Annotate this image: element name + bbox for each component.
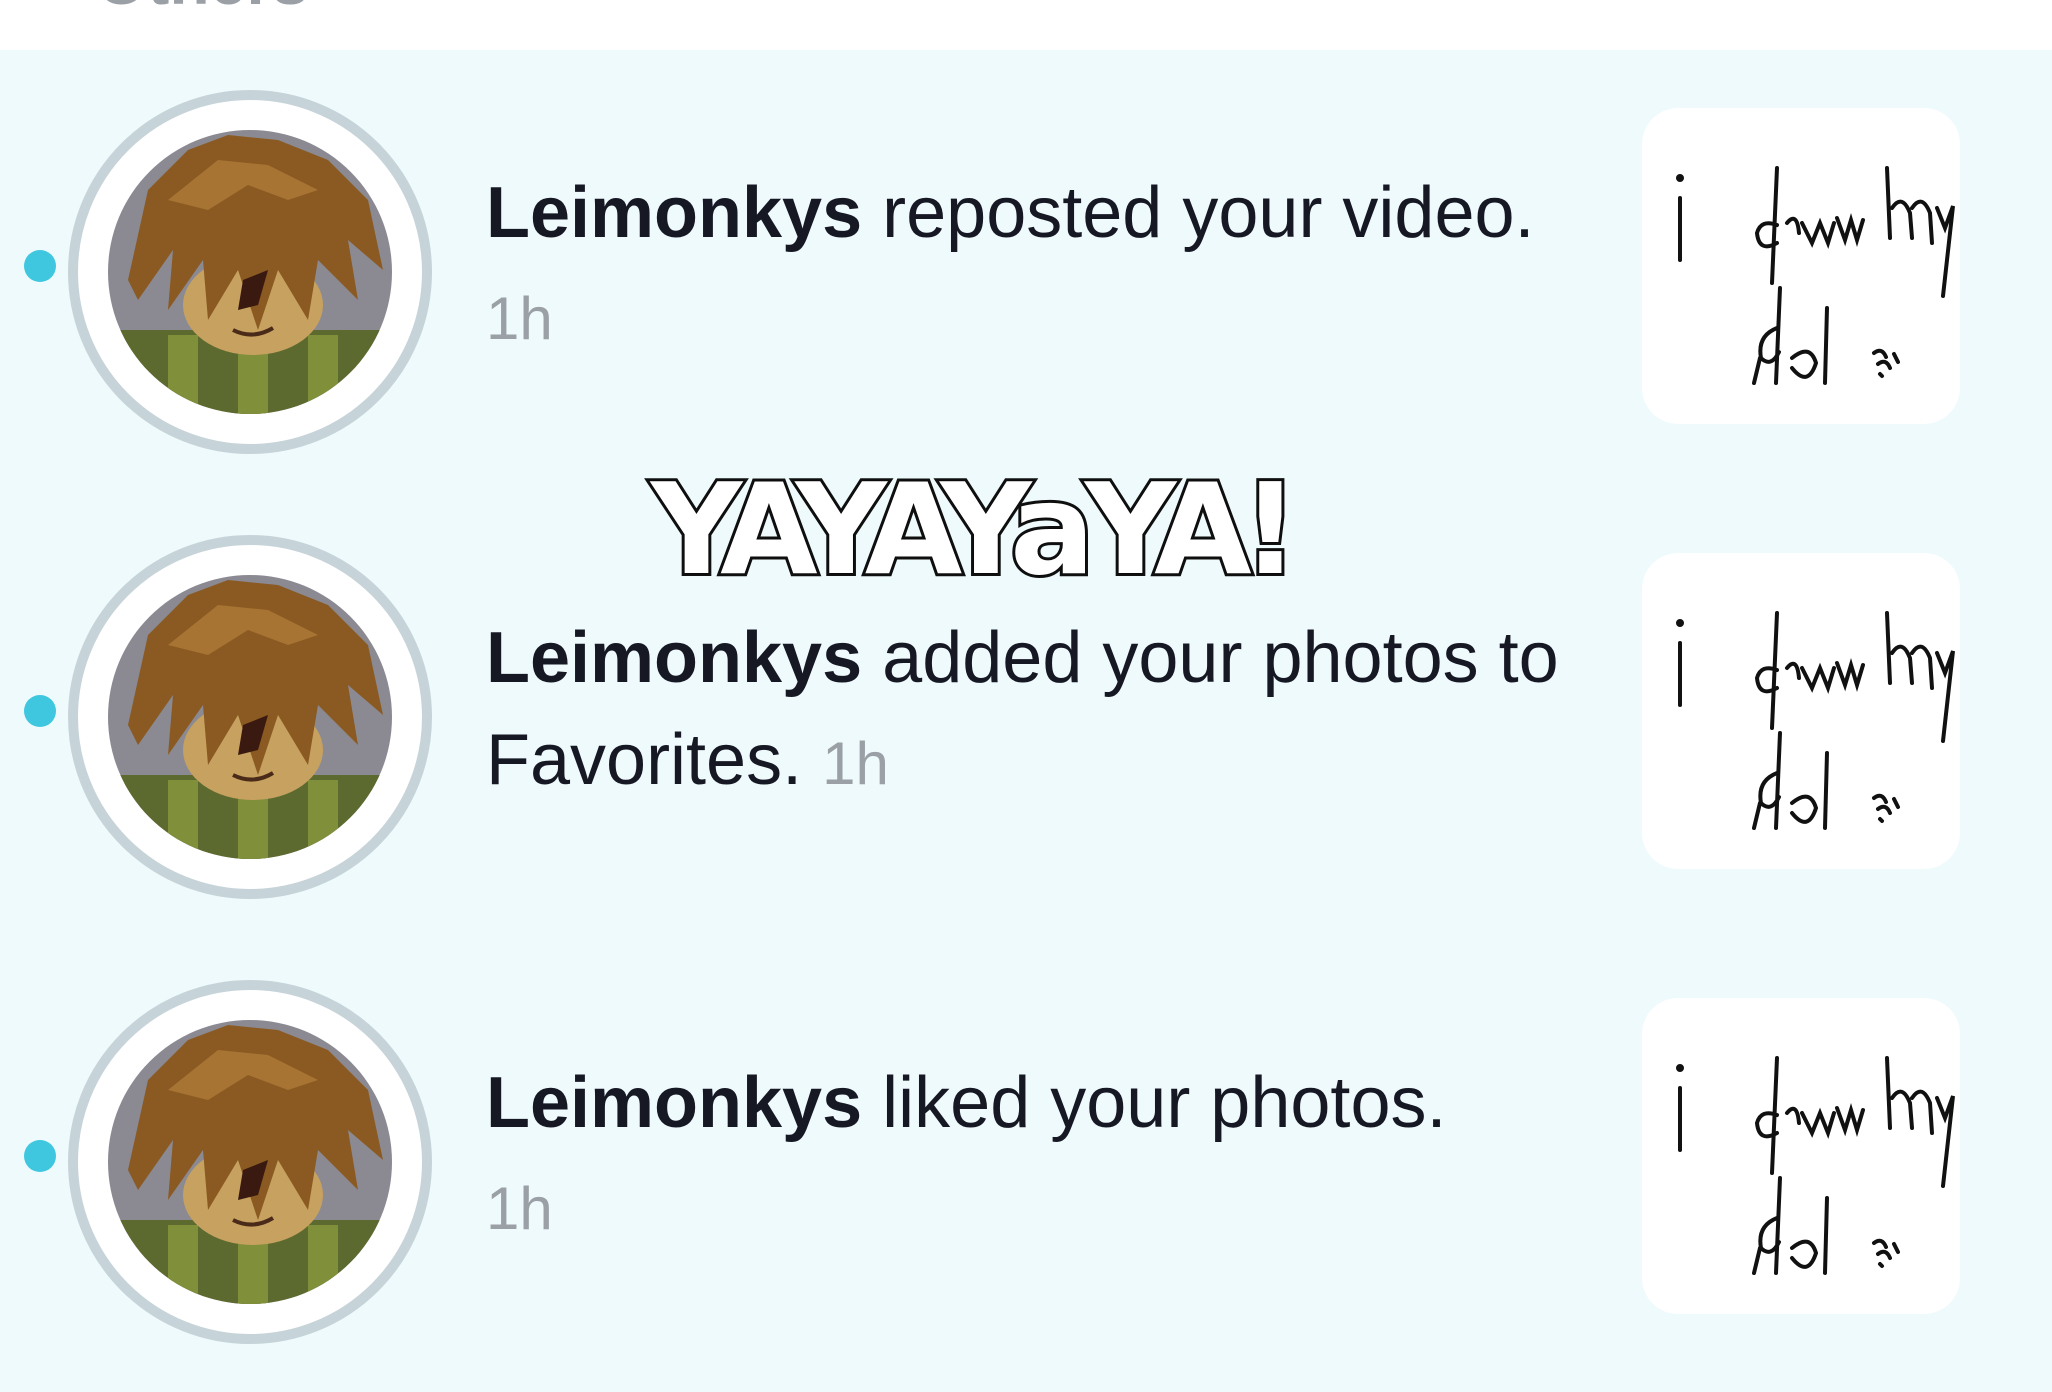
handwriting-thumbnail-image <box>1676 166 1955 385</box>
overlay-caption: YAYAYaYA! <box>648 456 1302 603</box>
notification-list: Leimonkys reposted your video. 1h Leimon… <box>0 50 2052 1392</box>
avatar-ring[interactable] <box>68 980 432 1344</box>
notification-row[interactable]: Leimonkys liked your photos. 1h <box>0 940 2052 1360</box>
avatar-image <box>108 1020 392 1304</box>
post-thumbnail[interactable] <box>1642 553 1960 869</box>
post-thumbnail[interactable] <box>1642 108 1960 424</box>
unread-dot <box>24 1140 56 1172</box>
notification-text[interactable]: Leimonkys liked your photos. 1h <box>486 1052 1546 1260</box>
section-header: Others <box>96 0 309 14</box>
notification-action: reposted your video. <box>882 173 1535 253</box>
avatar-image <box>108 575 392 859</box>
handwriting-thumbnail-image <box>1676 1056 1955 1275</box>
actor-name[interactable]: Leimonkys <box>486 173 862 253</box>
notification-row[interactable]: Leimonkys reposted your video. 1h <box>0 50 2052 470</box>
timestamp: 1h <box>486 1175 553 1242</box>
timestamp: 1h <box>486 285 553 352</box>
avatar <box>108 130 392 414</box>
handwriting-thumbnail-image <box>1676 611 1955 830</box>
notification-text[interactable]: Leimonkys reposted your video. 1h <box>486 162 1586 370</box>
avatar-ring[interactable] <box>68 90 432 454</box>
notification-text[interactable]: Leimonkys added your photos to Favorites… <box>486 607 1586 815</box>
unread-dot <box>24 695 56 727</box>
avatar-image <box>108 130 392 414</box>
actor-name[interactable]: Leimonkys <box>486 618 862 698</box>
actor-name[interactable]: Leimonkys <box>486 1063 862 1143</box>
avatar-ring[interactable] <box>68 535 432 899</box>
timestamp: 1h <box>822 730 889 797</box>
post-thumbnail[interactable] <box>1642 998 1960 1314</box>
avatar <box>108 1020 392 1304</box>
top-strip: Others <box>0 0 2052 50</box>
notification-action: liked your photos. <box>882 1063 1447 1143</box>
unread-dot <box>24 250 56 282</box>
avatar <box>108 575 392 859</box>
